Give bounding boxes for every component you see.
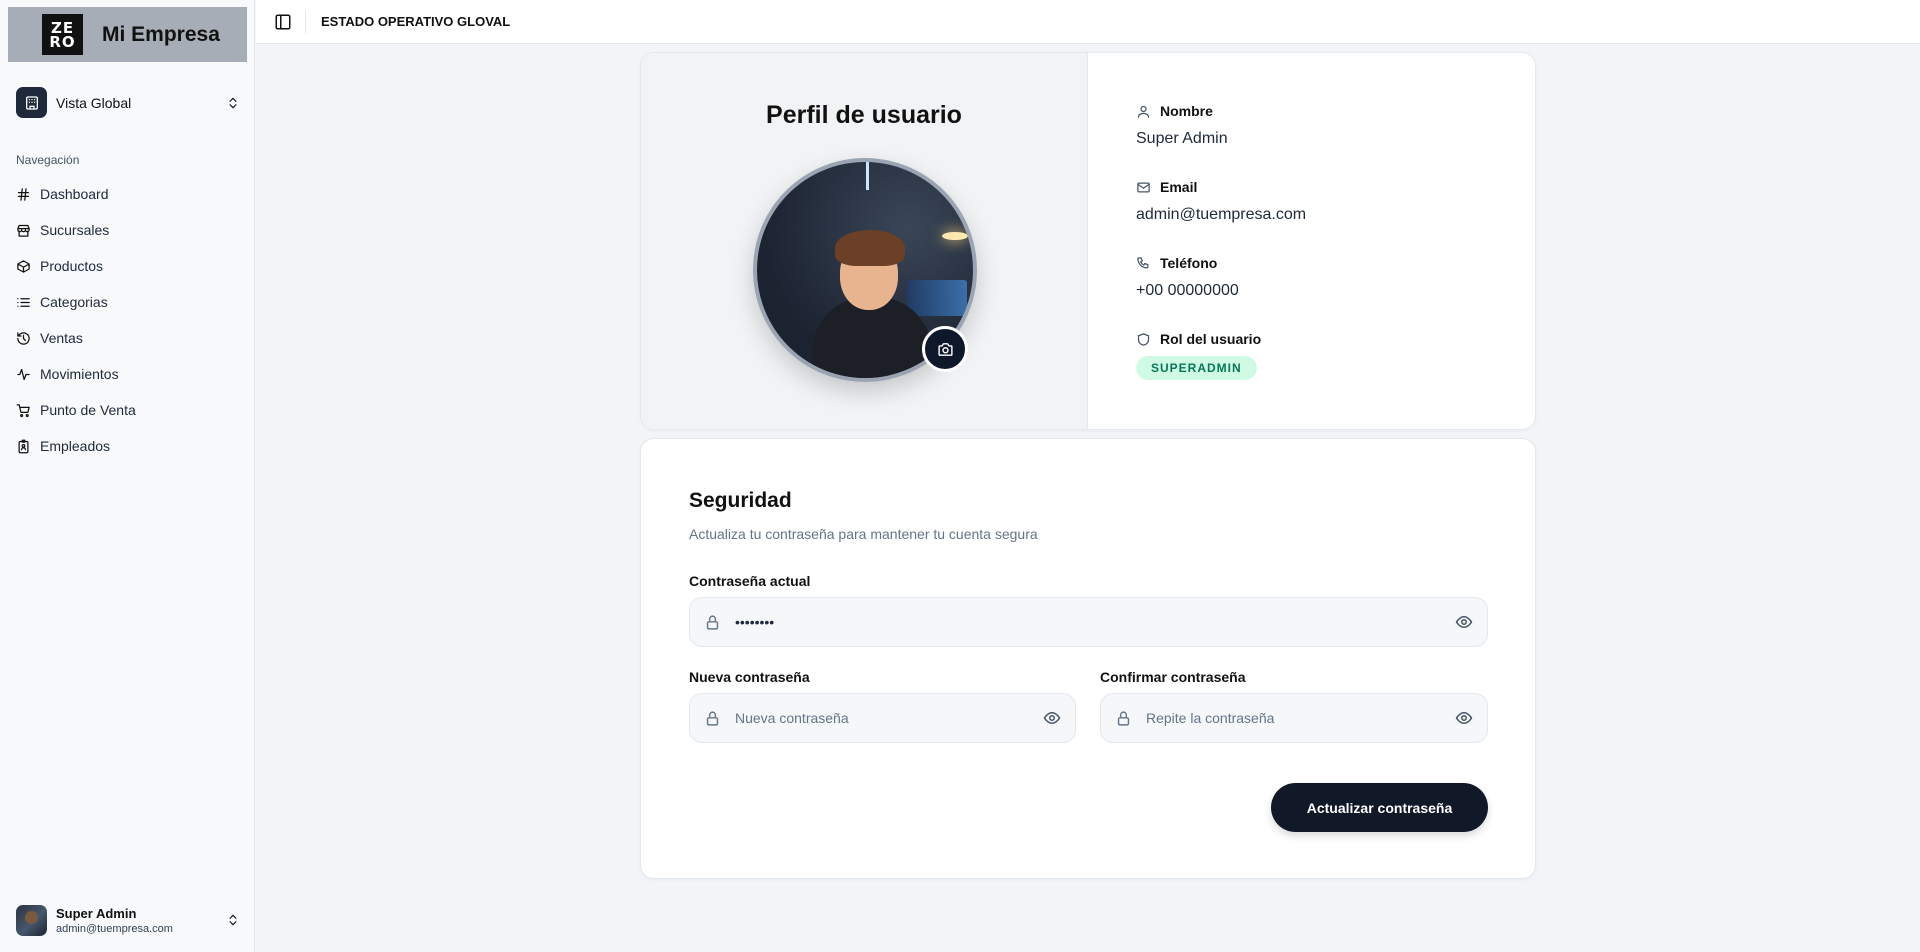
- info-role: Rol del usuario SUPERADMIN: [1136, 331, 1261, 380]
- sidebar-item-label: Empleados: [40, 438, 111, 454]
- update-password-button[interactable]: Actualizar contraseña: [1271, 783, 1488, 832]
- sidebar-item-empleados[interactable]: Empleados: [16, 428, 240, 464]
- sidebar-item-punto-de-venta[interactable]: Punto de Venta: [16, 392, 240, 428]
- sidebar-item-label: Dashboard: [40, 186, 109, 202]
- sidebar-item-label: Movimientos: [40, 366, 119, 382]
- confirm-password-field: [1100, 693, 1488, 743]
- logo-text-bottom: RO: [49, 32, 76, 51]
- list-icon: [17, 297, 30, 307]
- info-name: Nombre Super Admin: [1136, 103, 1228, 148]
- workspace-switcher[interactable]: Vista Global: [16, 86, 240, 119]
- sidebar: ZE RO Mi Empresa Vista Global Navegación…: [0, 0, 255, 952]
- brand-name: Mi Empresa: [102, 22, 220, 46]
- sidebar-nav: Dashboard Sucursales Productos Categoria…: [16, 176, 240, 464]
- nav-section-title: Navegación: [16, 153, 80, 167]
- user-email: admin@tuempresa.com: [56, 922, 173, 935]
- confirm-password-input[interactable]: [1146, 710, 1433, 726]
- sidebar-item-movimientos[interactable]: Movimientos: [16, 356, 240, 392]
- current-password-field: [689, 597, 1488, 647]
- page-title: ESTADO OPERATIVO GLOVAL: [321, 14, 511, 29]
- sidebar-item-label: Productos: [40, 258, 104, 274]
- security-card: Seguridad Actualiza tu contraseña para m…: [640, 438, 1536, 879]
- email-value: admin@tuempresa.com: [1136, 206, 1307, 223]
- current-password-input[interactable]: [735, 614, 1351, 630]
- phone-value: +00 00000000: [1136, 282, 1239, 299]
- mail-icon: [1137, 182, 1150, 192]
- confirm-password-label: Confirmar contraseña: [1100, 669, 1246, 685]
- security-title: Seguridad: [689, 489, 792, 512]
- phone-label: Teléfono: [1160, 255, 1218, 271]
- profile-info-panel: Nombre Super Admin Email admin@tuempresa…: [1088, 53, 1535, 429]
- avatar: [16, 904, 47, 936]
- cart-icon: [16, 403, 30, 417]
- workspace-label: Vista Global: [56, 94, 132, 111]
- security-subtitle: Actualiza tu contraseña para mantener tu…: [689, 526, 1038, 542]
- sidebar-item-label: Sucursales: [40, 222, 110, 238]
- role-label: Rol del usuario: [1160, 331, 1262, 347]
- sidebar-item-label: Ventas: [40, 330, 83, 346]
- sidebar-item-label: Categorias: [40, 294, 108, 310]
- shield-icon: [1137, 332, 1150, 346]
- sidebar-toggle-icon[interactable]: [274, 13, 292, 31]
- badge-icon: [18, 439, 29, 453]
- profile-title: Perfil de usuario: [766, 101, 962, 129]
- brand-logo: ZE RO: [42, 14, 83, 55]
- lock-icon: [706, 710, 719, 726]
- role-badge: SUPERADMIN: [1136, 356, 1257, 380]
- activity-icon: [17, 368, 30, 380]
- sidebar-item-label: Punto de Venta: [40, 402, 136, 418]
- info-phone: Teléfono +00 00000000: [1136, 255, 1239, 300]
- top-bar: ESTADO OPERATIVO GLOVAL: [256, 0, 1920, 44]
- name-value: Super Admin: [1136, 130, 1228, 147]
- info-email: Email admin@tuempresa.com: [1136, 179, 1306, 224]
- building-icon: [16, 87, 47, 118]
- name-label: Nombre: [1160, 103, 1213, 119]
- box-icon: [17, 259, 30, 273]
- sidebar-item-productos[interactable]: Productos: [16, 248, 240, 284]
- phone-icon: [1137, 256, 1149, 268]
- history-icon: [17, 331, 30, 345]
- new-password-input[interactable]: [735, 710, 1021, 726]
- hash-icon: [17, 187, 30, 201]
- sidebar-item-ventas[interactable]: Ventas: [16, 320, 240, 356]
- divider: [305, 10, 306, 33]
- profile-avatar-panel: Perfil de usuario: [641, 53, 1088, 429]
- eye-icon[interactable]: [1455, 709, 1473, 727]
- profile-card: Perfil de usuario Nombre Super Admin Ema…: [640, 52, 1536, 430]
- eye-icon[interactable]: [1455, 613, 1473, 631]
- sidebar-item-sucursales[interactable]: Sucursales: [16, 212, 240, 248]
- store-icon: [17, 224, 30, 237]
- eye-icon[interactable]: [1043, 709, 1061, 727]
- new-password-field: [689, 693, 1076, 743]
- user-name: Super Admin: [56, 905, 137, 921]
- chevrons-up-down-icon: [229, 914, 237, 926]
- camera-icon: [937, 342, 953, 356]
- lock-icon: [1117, 710, 1130, 726]
- user-menu[interactable]: Super Admin admin@tuempresa.com: [16, 902, 240, 938]
- brand-header[interactable]: ZE RO Mi Empresa: [8, 7, 247, 62]
- sidebar-item-categorias[interactable]: Categorias: [16, 284, 240, 320]
- lock-icon: [706, 614, 719, 630]
- user-icon: [1137, 105, 1150, 118]
- sidebar-item-dashboard[interactable]: Dashboard: [16, 176, 240, 212]
- email-label: Email: [1160, 179, 1198, 195]
- current-password-label: Contraseña actual: [689, 573, 811, 589]
- change-photo-button[interactable]: [922, 326, 968, 372]
- chevrons-up-down-icon: [229, 97, 237, 108]
- new-password-label: Nueva contraseña: [689, 669, 810, 685]
